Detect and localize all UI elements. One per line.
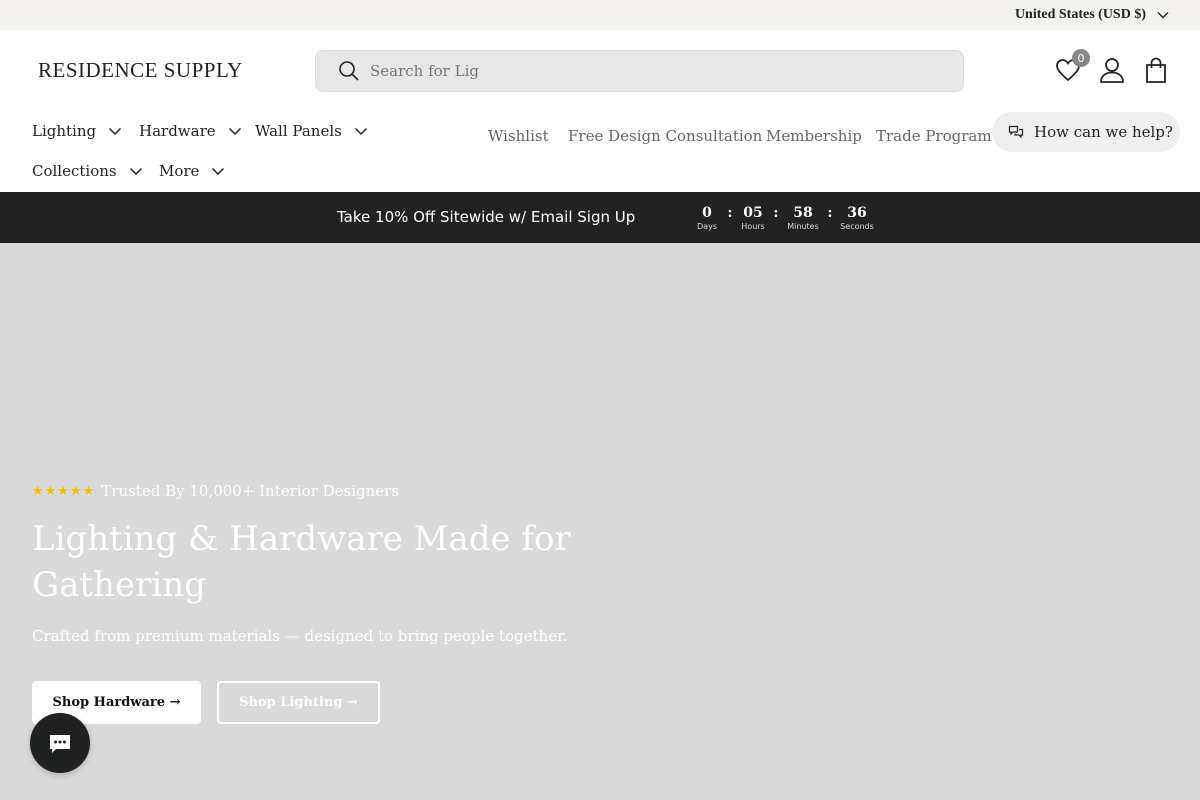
- cart-button[interactable]: [1140, 54, 1172, 86]
- country-label: United States (USD $): [1014, 7, 1146, 22]
- timer-hours: 05 Hours: [740, 205, 766, 233]
- link-free-design-consultation[interactable]: Free Design Consultation: [568, 127, 762, 145]
- countdown-timer: 0 Days : 05 Hours : 58 Minutes : 36 Seco…: [694, 205, 874, 233]
- timer-minutes-label: Minutes: [787, 222, 819, 231]
- help-button[interactable]: How can we help?: [992, 112, 1180, 152]
- chat-icon: [50, 735, 70, 753]
- nav-collections-label: Collections: [32, 162, 117, 180]
- timer-days-value: 0: [702, 205, 712, 221]
- timer-days: 0 Days: [694, 205, 720, 233]
- link-membership[interactable]: Membership: [766, 127, 862, 145]
- promo-banner[interactable]: Take 10% Off Sitewide w/ Email Sign Up 0…: [0, 192, 1200, 243]
- nav-wall-panels[interactable]: Wall Panels: [255, 122, 368, 140]
- nav-hardware-label: Hardware: [139, 122, 216, 140]
- nav-more-label: More: [159, 162, 200, 180]
- chevron-down-icon: [129, 167, 142, 176]
- help-label: How can we help?: [1034, 123, 1173, 141]
- promo-text[interactable]: Take 10% Off Sitewide w/ Email Sign Up: [337, 208, 635, 226]
- star-rating-icon: ★★★★★: [32, 483, 96, 499]
- timer-seconds-value: 36: [847, 205, 867, 221]
- site-header: RESIDENCE SUPPLY 0 Lighting Hardware Wal…: [0, 30, 1200, 192]
- site-logo[interactable]: RESIDENCE SUPPLY: [38, 58, 243, 83]
- timer-separator: :: [773, 205, 779, 221]
- wishlist-count-badge: 0: [1072, 49, 1090, 67]
- account-button[interactable]: [1096, 54, 1128, 86]
- shopping-bag-icon: [1146, 57, 1166, 83]
- nav-lighting-label: Lighting: [32, 122, 97, 140]
- link-wishlist[interactable]: Wishlist: [488, 127, 549, 145]
- chat-bubbles-icon: [1008, 125, 1024, 139]
- user-icon: [1100, 58, 1124, 83]
- search-input[interactable]: [370, 62, 930, 80]
- trust-line: ★★★★★ Trusted By 10,000+ Interior Design…: [32, 482, 399, 500]
- chat-widget-button[interactable]: [30, 713, 90, 773]
- chevron-down-icon: [109, 127, 122, 136]
- country-selector[interactable]: United States (USD $): [1015, 0, 1170, 30]
- timer-minutes-value: 58: [793, 205, 813, 221]
- nav-lighting[interactable]: Lighting: [32, 122, 122, 140]
- nav-more[interactable]: More: [159, 162, 225, 180]
- hero-subtitle: Crafted from premium materials — designe…: [32, 627, 568, 645]
- timer-seconds-label: Seconds: [840, 222, 874, 231]
- timer-separator: :: [727, 205, 733, 221]
- timer-days-label: Days: [697, 222, 717, 231]
- timer-minutes: 58 Minutes: [786, 205, 820, 233]
- chevron-down-icon: [1157, 12, 1169, 19]
- nav-collections[interactable]: Collections: [32, 162, 143, 180]
- chevron-down-icon: [228, 127, 241, 136]
- link-trade-program[interactable]: Trade Program: [876, 127, 992, 145]
- timer-seconds: 36 Seconds: [840, 205, 874, 233]
- search-bar[interactable]: [315, 50, 964, 92]
- timer-hours-value: 05: [743, 205, 763, 221]
- timer-separator: :: [827, 205, 833, 221]
- nav-hardware[interactable]: Hardware: [139, 122, 242, 140]
- timer-hours-label: Hours: [741, 222, 765, 231]
- trust-text: Trusted By 10,000+ Interior Designers: [101, 482, 400, 500]
- chevron-down-icon: [212, 167, 225, 176]
- hero-section: ★★★★★ Trusted By 10,000+ Interior Design…: [0, 243, 1200, 800]
- nav-wall-panels-label: Wall Panels: [255, 122, 342, 140]
- chevron-down-icon: [354, 127, 367, 136]
- search-icon: [339, 61, 359, 81]
- shop-lighting-button[interactable]: Shop Lighting →: [217, 681, 380, 724]
- top-utility-bar: United States (USD $): [0, 0, 1200, 30]
- hero-title: Lighting & Hardware Made for Gathering: [32, 519, 571, 605]
